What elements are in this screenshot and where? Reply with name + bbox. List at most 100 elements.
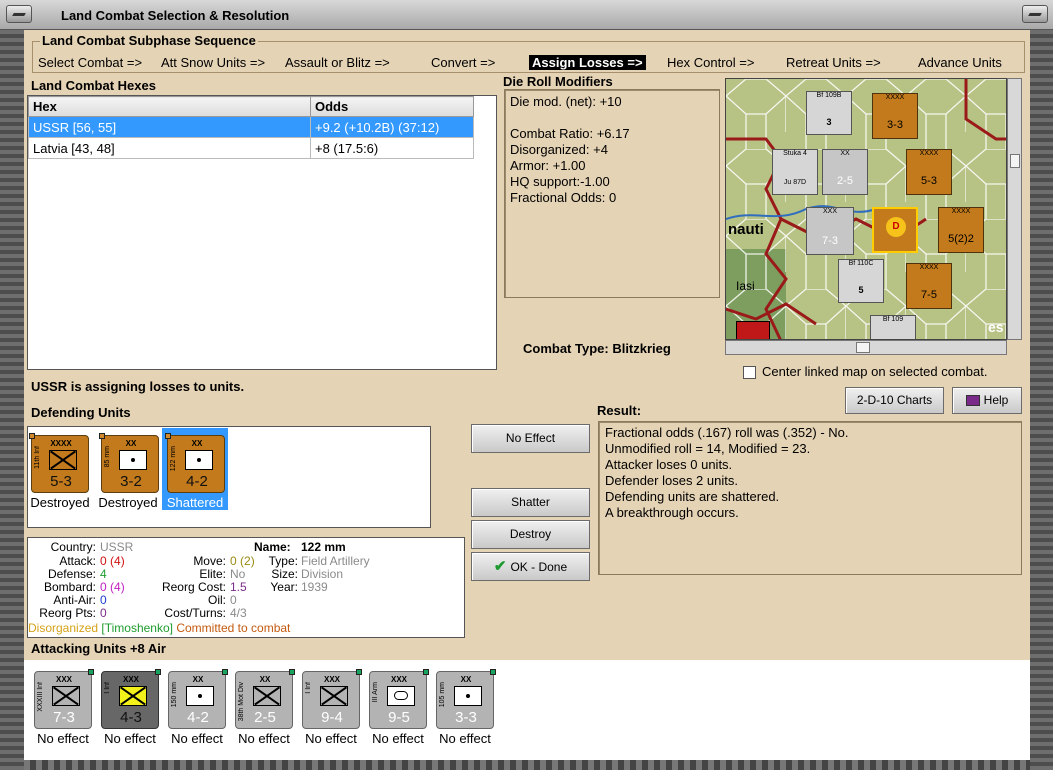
title-bar: Land Combat Selection & Resolution <box>0 0 1053 30</box>
result-heading: Result: <box>597 403 642 418</box>
country-value: USSR <box>100 540 134 554</box>
step-retreat-units: Retreat Units => <box>786 55 881 70</box>
map-unit-counter[interactable]: XXX 7-3 <box>806 207 854 255</box>
map-air-counter[interactable]: Stuka 4 Ju 87D <box>772 149 818 195</box>
done-button[interactable]: ✔ OK - Done <box>471 552 590 581</box>
counter-strength: 2-5 <box>837 175 853 187</box>
attacking-unit[interactable]: XXX I Inf 4-3 <box>101 669 161 729</box>
air-counter-type: Bf 110C <box>848 260 874 267</box>
move-label: Move: <box>193 554 226 568</box>
defense-value: 4 <box>100 567 107 581</box>
attack-alt: (4) <box>110 554 125 568</box>
artillery-symbol-icon <box>186 686 214 706</box>
table-row[interactable]: USSR [56, 55] +9.2 (+10.2B) (37:12) <box>28 116 474 138</box>
oil-label: Oil: <box>208 593 226 607</box>
name-value: 122 mm <box>301 540 346 554</box>
modifiers-box: Die mod. (net): +10 Combat Ratio: +6.17 … <box>504 89 720 298</box>
modifier-line: HQ support:-1.00 <box>510 174 610 189</box>
infantry-symbol-icon <box>52 686 80 706</box>
checkmark-icon: ✔ <box>493 558 507 575</box>
size-value: Division <box>301 567 344 581</box>
counter-size: XX <box>840 150 850 157</box>
reorgpts-value: 0 <box>100 606 107 620</box>
result-line: A breakthrough occurs. <box>605 505 739 520</box>
air-counter-strength: 5 <box>858 285 864 295</box>
center-map-checkbox[interactable] <box>743 366 756 379</box>
costturns-label: Cost/Turns: <box>164 606 226 620</box>
odds-cell: +8 (17.5:6) <box>310 137 474 159</box>
shatter-button[interactable]: Shatter <box>471 488 590 517</box>
move-value: 0 <box>230 554 237 568</box>
scroll-thumb[interactable] <box>856 342 870 353</box>
attacking-unit[interactable]: XX 105 mm 3-3 <box>436 669 496 729</box>
map-unit-counter[interactable]: XX 2-5 <box>822 149 868 195</box>
map-horizontal-scrollbar[interactable] <box>725 340 1007 355</box>
attacking-unit[interactable]: XX 150 mm 4-2 <box>168 669 228 729</box>
map-soviet-counter[interactable] <box>736 321 770 339</box>
attacking-unit-result: No effect <box>37 731 89 746</box>
result-line: Defender loses 2 units. <box>605 473 738 488</box>
unit-strength: 9-5 <box>388 709 410 726</box>
counter-strength: 3-3 <box>887 119 903 131</box>
type-value: Field Artillery <box>301 554 370 568</box>
linked-map[interactable]: nauti Iasi es Bf 109B 3 Stuka 4 Ju 87D Bf … <box>725 78 1007 340</box>
result-line: Defending units are shattered. <box>605 489 780 504</box>
done-label: OK - Done <box>510 560 568 574</box>
artillery-symbol-icon <box>454 686 482 706</box>
charts-button[interactable]: 2-D-10 Charts <box>845 387 944 414</box>
sequence-heading: Land Combat Subphase Sequence <box>40 33 258 48</box>
no-effect-button[interactable]: No Effect <box>471 424 590 453</box>
map-air-counter[interactable]: Bf 110C 5 <box>838 259 884 303</box>
defending-unit[interactable]: XX 122 mm 4-2 <box>165 433 225 493</box>
map-selected-counter[interactable]: D <box>872 207 918 253</box>
armor-symbol-icon <box>387 686 415 706</box>
elite-value: No <box>230 567 246 581</box>
hexes-list: Hex Odds USSR [56, 55] +9.2 (+10.2B) (37… <box>27 95 497 370</box>
defending-unit[interactable]: XX 85 mm 3-2 <box>99 433 159 493</box>
attacking-unit-result: No effect <box>171 731 223 746</box>
status-line: USSR is assigning losses to units. <box>31 379 245 394</box>
unit-strength: 9-4 <box>321 709 343 726</box>
artillery-symbol-icon <box>119 450 147 470</box>
odds-cell: +9.2 (+10.2B) (37:12) <box>310 116 474 138</box>
map-unit-counter[interactable]: XXXX 3-3 <box>872 93 918 139</box>
window-close-button[interactable] <box>1022 5 1048 23</box>
map-air-counter[interactable]: Bf 109 <box>870 315 916 339</box>
window-menu-button[interactable] <box>6 5 32 23</box>
attacking-unit-result: No effect <box>104 731 156 746</box>
step-convert: Convert => <box>431 55 496 70</box>
modifier-line: Combat Ratio: +6.17 <box>510 126 630 141</box>
destroy-button[interactable]: Destroy <box>471 520 590 549</box>
map-unit-counter[interactable]: XXXX 7-5 <box>906 263 952 309</box>
attacking-unit[interactable]: XX 38th Mot Div 2-5 <box>235 669 295 729</box>
right-border <box>1030 30 1053 770</box>
table-row[interactable]: Latvia [43, 48] +8 (17.5:6) <box>28 137 474 159</box>
infantry-symbol-icon <box>49 450 77 470</box>
status-disorganized: Disorganized <box>28 621 99 635</box>
map-unit-counter[interactable]: XXXX 5(2)2 <box>938 207 984 253</box>
map-label-es: es <box>988 319 1004 335</box>
air-counter-strength: 3 <box>826 117 832 127</box>
attacking-unit[interactable]: XXX III Arm 9-5 <box>369 669 429 729</box>
antiair-label: Anti-Air: <box>53 593 96 607</box>
map-unit-counter[interactable]: XXXX 5-3 <box>906 149 952 195</box>
map-vertical-scrollbar[interactable] <box>1007 78 1022 340</box>
reorgcost-value: 1.5 <box>230 580 247 594</box>
reorgcost-label: Reorg Cost: <box>161 580 226 594</box>
col-odds[interactable]: Odds <box>310 96 474 117</box>
scroll-thumb[interactable] <box>1010 154 1020 168</box>
help-button[interactable]: Help <box>952 387 1022 414</box>
counter-strength: 7-3 <box>822 235 838 247</box>
counter-strength: 5(2)2 <box>948 233 974 245</box>
unit-designation: 105 mm <box>439 682 446 708</box>
attacking-unit[interactable]: XXX XXXIII Inf 7-3 <box>34 669 94 729</box>
unit-strength: 3-2 <box>120 473 142 490</box>
hex-cell: USSR [56, 55] <box>28 116 311 138</box>
counter-size: XXXX <box>919 264 939 271</box>
attacking-unit[interactable]: XXX I Inf 9-4 <box>302 669 362 729</box>
step-assault-blitz: Assault or Blitz => <box>285 55 390 70</box>
defending-unit[interactable]: XXXX 11th Inf 5-3 <box>29 433 89 493</box>
unit-designation: 150 mm <box>171 682 178 708</box>
col-hex[interactable]: Hex <box>28 96 311 117</box>
map-air-counter[interactable]: Bf 109B 3 <box>806 91 852 135</box>
